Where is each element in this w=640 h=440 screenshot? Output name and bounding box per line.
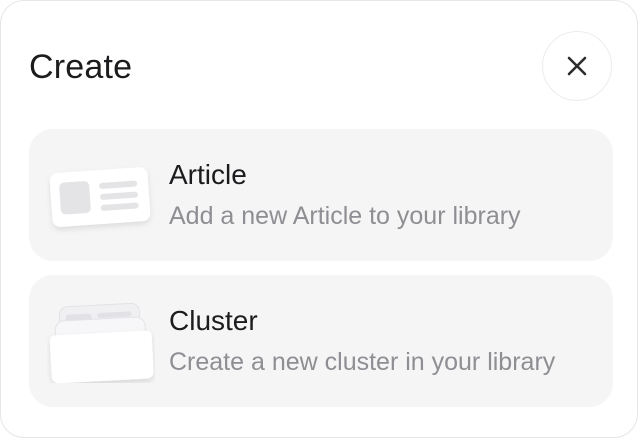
cluster-icon [49, 303, 154, 383]
close-button[interactable] [542, 31, 612, 101]
create-article-option[interactable]: Article Add a new Article to your librar… [29, 129, 613, 261]
cluster-option-description: Create a new cluster in your library [169, 348, 556, 376]
create-cluster-option[interactable]: Cluster Create a new cluster in your lib… [29, 275, 613, 407]
dialog-title: Create [29, 48, 133, 86]
article-icon [49, 167, 151, 227]
create-dialog: Create Article Add a new Article to your… [0, 0, 638, 438]
article-option-title: Article [169, 159, 247, 190]
close-icon [567, 56, 587, 76]
cluster-option-title: Cluster [169, 305, 258, 336]
article-option-description: Add a new Article to your library [169, 202, 521, 230]
